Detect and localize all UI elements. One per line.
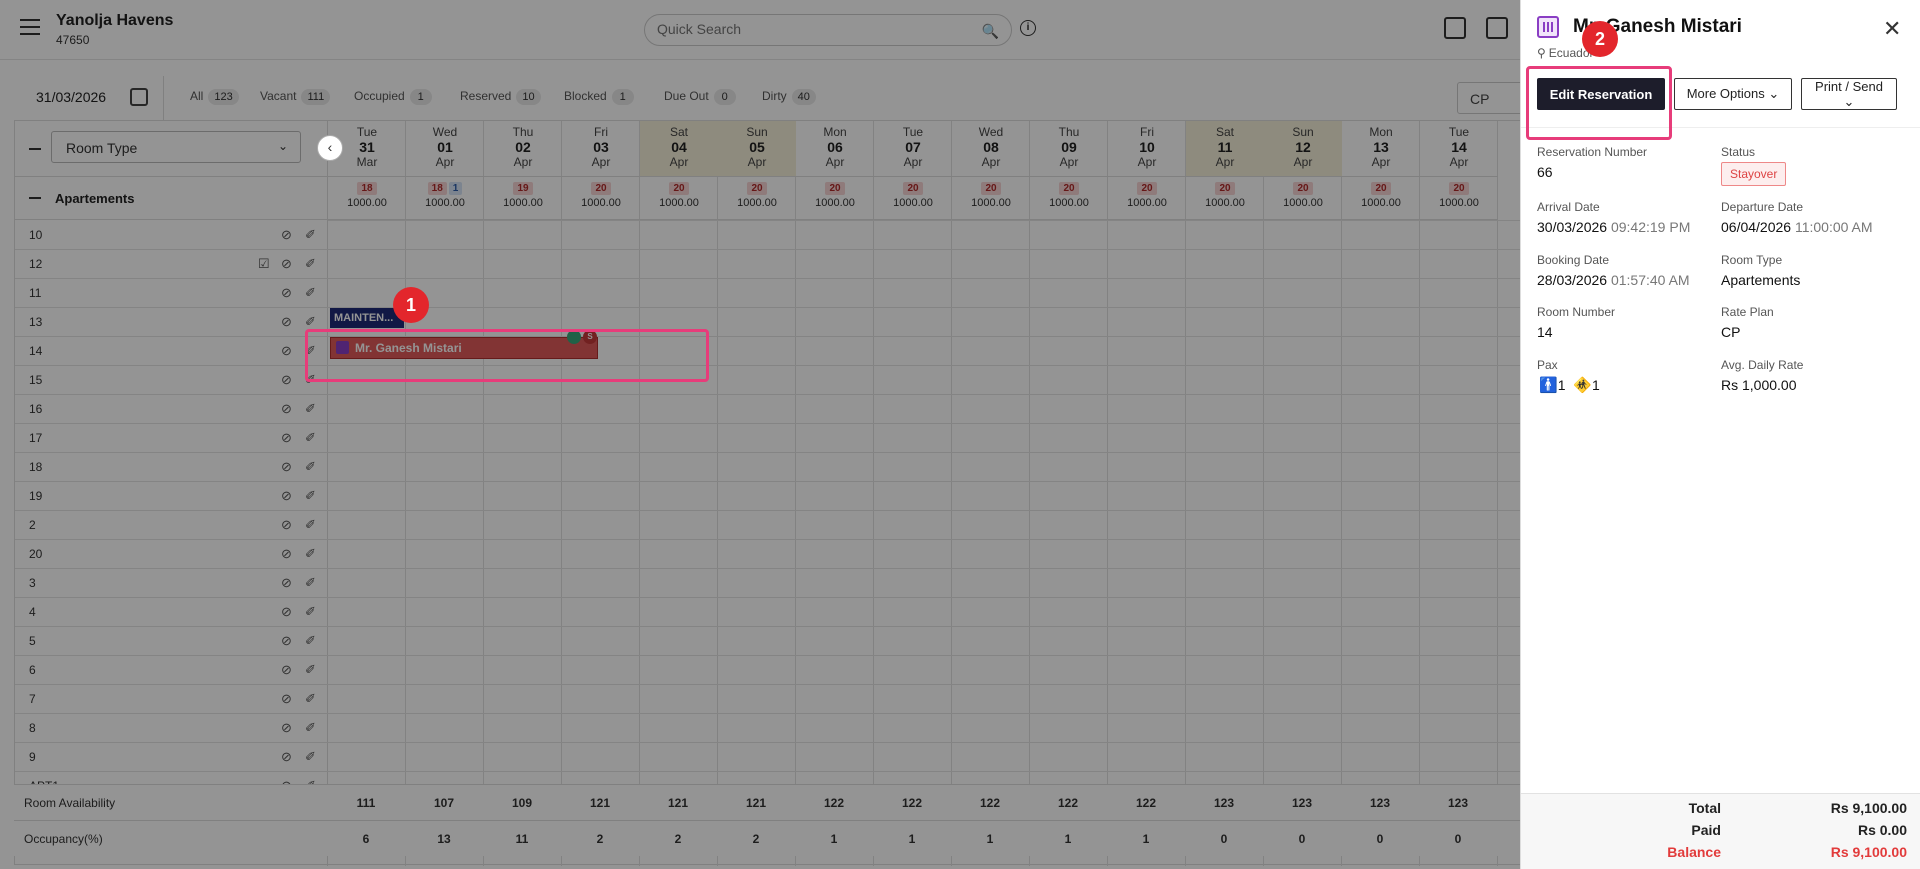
adr-label: Avg. Daily Rate xyxy=(1721,358,1804,372)
booking-date-label: Booking Date xyxy=(1537,253,1610,267)
booking-date: 28/03/2026 xyxy=(1537,272,1608,288)
modal-backdrop[interactable] xyxy=(0,0,1520,869)
close-icon[interactable]: ✕ xyxy=(1883,16,1901,42)
room-number-value: 14 xyxy=(1537,324,1553,340)
location-pin-icon: ⚲ xyxy=(1537,46,1546,60)
booking-date-value: 28/03/2026 01:57:40 AM xyxy=(1537,272,1690,288)
arrival-date: 30/03/2026 xyxy=(1537,219,1608,235)
balance-row: Balance Rs 9,100.00 xyxy=(1521,844,1920,864)
more-options-label: More Options xyxy=(1686,86,1765,101)
status-label: Status xyxy=(1721,145,1756,159)
totals-section: Total Rs 9,100.00 Paid Rs 0.00 Balance R… xyxy=(1521,793,1920,869)
highlight-edit-button xyxy=(1526,66,1672,140)
children-count: 1 xyxy=(1591,377,1600,393)
departure-date: 06/04/2026 xyxy=(1721,219,1792,235)
departure-value: 06/04/2026 11:00:00 AM xyxy=(1721,219,1873,235)
child-icon: 🚸 xyxy=(1573,377,1592,394)
room-type-label: Room Type xyxy=(1721,253,1783,267)
balance-value: Rs 9,100.00 xyxy=(1830,844,1907,860)
balance-label: Balance xyxy=(1667,844,1721,860)
step-marker-1: 1 xyxy=(393,287,429,323)
paid-value: Rs 0.00 xyxy=(1857,822,1907,838)
arrival-label: Arrival Date xyxy=(1537,200,1600,214)
more-options-button[interactable]: More Options ⌄ xyxy=(1674,78,1792,110)
res-number-value: 66 xyxy=(1537,164,1553,180)
step-marker-2: 2 xyxy=(1582,21,1618,57)
print-send-label: Print / Send xyxy=(1815,79,1883,94)
status-badge: Stayover xyxy=(1721,162,1787,186)
arrival-time: 09:42:19 PM xyxy=(1610,219,1691,235)
total-label: Total xyxy=(1688,800,1721,816)
res-number-label: Reservation Number xyxy=(1537,145,1648,159)
previous-dates-button[interactable]: ‹ xyxy=(317,135,343,161)
departure-label: Departure Date xyxy=(1721,200,1804,214)
total-value: Rs 9,100.00 xyxy=(1830,800,1907,816)
adr-value: Rs 1,000.00 xyxy=(1721,377,1797,393)
departure-time: 11:00:00 AM xyxy=(1794,219,1873,235)
adult-icon: 🚹 xyxy=(1539,377,1558,394)
chevron-down-icon: ⌄ xyxy=(1768,86,1780,101)
arrival-value: 30/03/2026 09:42:19 PM xyxy=(1537,219,1690,235)
room-type-value: Apartements xyxy=(1721,272,1801,288)
booking-time: 01:57:40 AM xyxy=(1610,272,1690,288)
rate-plan-label: Rate Plan xyxy=(1721,305,1774,319)
building-icon xyxy=(1537,16,1559,38)
chevron-down-icon: ⌄ xyxy=(1843,94,1855,109)
highlight-reservation xyxy=(305,329,709,382)
pax-value: 🚹1 🚸1 xyxy=(1539,376,1600,394)
paid-label: Paid xyxy=(1691,822,1721,838)
total-row: Total Rs 9,100.00 xyxy=(1521,800,1920,820)
room-number-label: Room Number xyxy=(1537,305,1616,319)
paid-row: Paid Rs 0.00 xyxy=(1521,822,1920,842)
print-send-button[interactable]: Print / Send ⌄ xyxy=(1801,78,1897,110)
pax-label: Pax xyxy=(1537,358,1558,372)
adults-count: 1 xyxy=(1557,377,1566,393)
rate-plan-value: CP xyxy=(1721,324,1741,340)
